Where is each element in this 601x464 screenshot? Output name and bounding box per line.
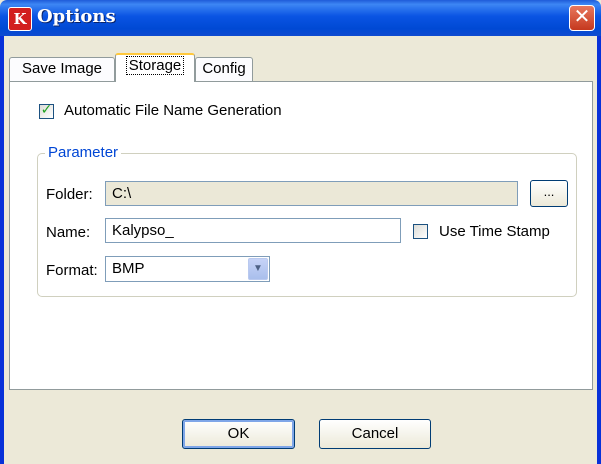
title-bar[interactable]: K Options ✕	[0, 0, 601, 36]
tab-storage[interactable]: Storage	[115, 53, 195, 82]
ok-button[interactable]: OK	[182, 419, 295, 449]
browse-folder-button[interactable]: ...	[530, 180, 568, 207]
name-label: Name:	[46, 224, 91, 241]
format-label: Format:	[46, 262, 98, 279]
window-frame-right	[597, 36, 601, 464]
checkmark-icon: ✓	[40, 101, 53, 117]
cancel-button[interactable]: Cancel	[319, 419, 431, 449]
tab-label: Storage	[125, 56, 185, 75]
window-frame-left	[0, 36, 4, 464]
use-timestamp-checkbox[interactable]	[413, 224, 428, 239]
auto-filename-label: Automatic File Name Generation	[64, 102, 282, 119]
close-button[interactable]: ✕	[569, 5, 595, 31]
chevron-down-icon[interactable]: ▼	[248, 258, 268, 280]
folder-label: Folder:	[46, 186, 93, 203]
app-k-icon: K	[8, 7, 32, 31]
name-field[interactable]: Kalypso_	[105, 218, 401, 243]
tab-label: Config	[202, 60, 246, 77]
parameter-group-title: Parameter	[45, 144, 122, 161]
window-title: Options	[37, 6, 116, 27]
use-timestamp-label: Use Time Stamp	[439, 223, 550, 240]
folder-field[interactable]: C:\	[105, 181, 518, 206]
format-select-value: BMP	[112, 260, 145, 277]
tab-label: Save Image	[21, 60, 103, 77]
tab-save-image[interactable]: Save Image	[9, 57, 115, 81]
close-icon: ✕	[573, 6, 591, 28]
auto-filename-checkbox[interactable]: ✓	[39, 101, 54, 119]
format-select[interactable]: BMP ▼	[105, 256, 270, 282]
tab-config[interactable]: Config	[195, 57, 253, 81]
